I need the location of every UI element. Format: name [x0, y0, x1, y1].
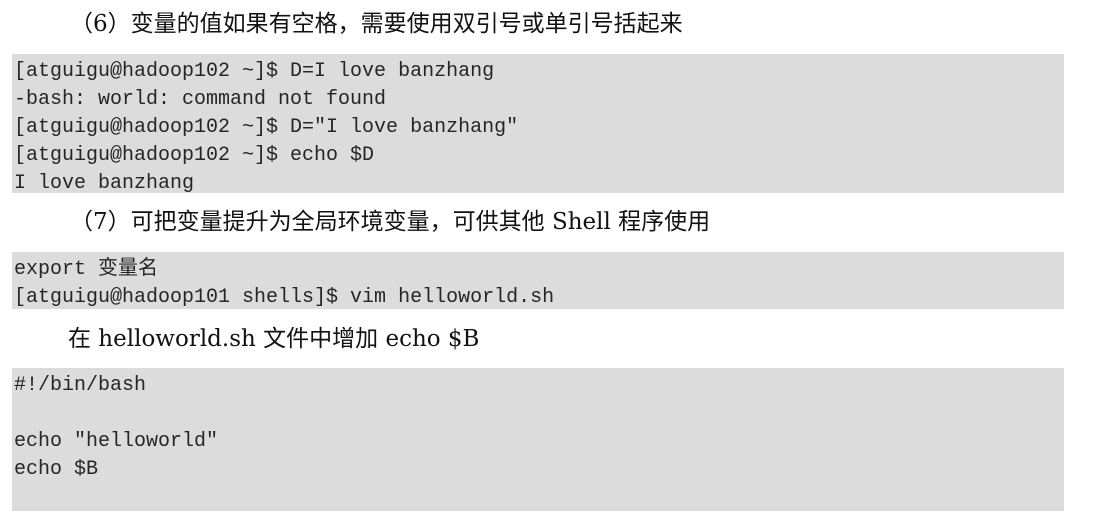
code-block-export: export 变量名 [atguigu@hadoop101 shells]$ v… — [12, 252, 1064, 309]
helloworld-instruction: 在 helloworld.sh 文件中增加 echo $B — [68, 326, 480, 352]
code-block-helloworld-script: #!/bin/bash echo "helloworld" echo $B — [12, 368, 1064, 511]
code-line: echo "helloworld" — [14, 430, 219, 453]
code-line: echo $B — [14, 458, 99, 481]
code-line: [atguigu@hadoop101 shells]$ vim hellowor… — [14, 286, 555, 309]
code-line: #!/bin/bash — [14, 374, 147, 397]
code-block-quoted-variable: [atguigu@hadoop102 ~]$ D=I love banzhang… — [12, 54, 1064, 195]
code-line: [atguigu@hadoop102 ~]$ D="I love banzhan… — [14, 116, 519, 139]
section-7-heading: （7）可把变量提升为全局环境变量，可供其他 Shell 程序使用 — [70, 209, 711, 235]
section-6-heading: （6）变量的值如果有空格，需要使用双引号或单引号括起来 — [70, 11, 683, 37]
code-line: export 变量名 — [14, 258, 159, 281]
code-line: [atguigu@hadoop102 ~]$ echo $D — [14, 144, 375, 167]
code-line: -bash: world: command not found — [14, 88, 387, 111]
code-line: I love banzhang — [14, 172, 195, 195]
code-line: [atguigu@hadoop102 ~]$ D=I love banzhang — [14, 60, 495, 83]
